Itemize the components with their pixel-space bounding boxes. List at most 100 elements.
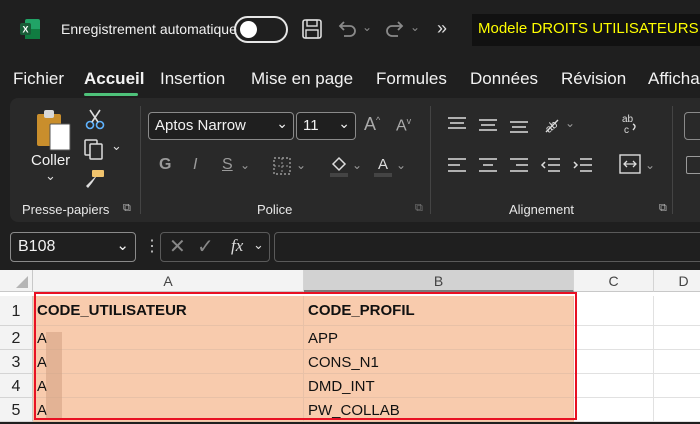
orientation-icon[interactable]: ab (540, 114, 562, 141)
column-header-d[interactable]: D (654, 270, 700, 292)
alignment-launcher-icon[interactable]: ⧉ (659, 202, 667, 215)
increase-indent-icon[interactable] (572, 156, 594, 179)
fill-color-dropdown-icon[interactable]: ⌄ (352, 158, 362, 172)
shrink-font-icon[interactable]: Av (396, 116, 411, 135)
font-group-label: Police (257, 202, 293, 217)
cell-c4[interactable] (574, 374, 654, 398)
chevron-down-icon: ⌄ (116, 237, 129, 254)
paste-dropdown-icon[interactable]: ⌄ (45, 168, 56, 184)
chevron-down-icon: ⌄ (338, 115, 350, 131)
tab-donnees[interactable]: Données (470, 69, 538, 89)
tab-formules[interactable]: Formules (376, 69, 447, 89)
cell-d5[interactable] (654, 398, 700, 422)
format-painter-icon[interactable] (84, 168, 106, 195)
group-divider (140, 106, 141, 214)
cell-c2[interactable] (574, 326, 654, 350)
grow-font-icon[interactable]: A^ (364, 114, 380, 135)
cell-c5[interactable] (574, 398, 654, 422)
font-name-combo[interactable]: Aptos Narrow ⌄ (148, 112, 294, 140)
decrease-indent-icon[interactable] (540, 156, 562, 179)
row-header[interactable]: 4 (0, 374, 33, 398)
formula-input[interactable] (274, 232, 700, 262)
row-header[interactable]: 2 (0, 326, 33, 350)
spreadsheet-grid: A B C D 1 CODE_UTILISATEUR CODE_PROFIL 2… (0, 270, 700, 422)
confirm-icon[interactable]: ✓ (197, 234, 214, 259)
group-divider (672, 106, 673, 214)
cell-c3[interactable] (574, 350, 654, 374)
paste-icon[interactable] (34, 108, 74, 157)
cancel-icon[interactable]: ✕ (169, 234, 186, 259)
clipboard-group-label: Presse-papiers (22, 202, 110, 217)
paste-label[interactable]: Coller (31, 152, 70, 169)
cell-d2[interactable] (654, 326, 700, 350)
cell-d4[interactable] (654, 374, 700, 398)
cell-d1[interactable] (654, 296, 700, 326)
row-header[interactable]: 1 (0, 296, 33, 326)
font-launcher-icon[interactable]: ⧉ (415, 202, 423, 215)
align-right-icon[interactable] (508, 156, 530, 179)
copy-icon[interactable] (83, 138, 105, 165)
borders-icon[interactable] (272, 156, 292, 181)
align-center-icon[interactable] (477, 156, 499, 179)
more-options-icon[interactable]: ⋮ (144, 236, 160, 256)
chevron-down-icon: ⌄ (276, 115, 288, 131)
active-tab-indicator (84, 93, 138, 96)
row-header[interactable]: 3 (0, 350, 33, 374)
undo-dropdown-icon[interactable]: ⌄ (362, 20, 372, 34)
title-bar: X Enregistrement automatique ⌄ ⌄ » Model… (0, 0, 700, 60)
align-left-icon[interactable] (446, 156, 468, 179)
cell-c1[interactable] (574, 296, 654, 326)
autosave-toggle[interactable] (234, 16, 288, 43)
font-color-dropdown-icon[interactable]: ⌄ (396, 158, 406, 172)
font-size-combo[interactable]: 11 ⌄ (296, 112, 356, 140)
borders-dropdown-icon[interactable]: ⌄ (296, 158, 306, 172)
italic-button[interactable]: I (193, 156, 197, 174)
tab-mise-en-page[interactable]: Mise en page (251, 69, 353, 89)
cut-icon[interactable] (85, 108, 105, 135)
column-header-c[interactable]: C (574, 270, 654, 292)
underline-button[interactable]: S (222, 156, 233, 174)
column-header-a[interactable]: A (33, 270, 304, 292)
number-format-combo[interactable] (684, 112, 700, 140)
insert-function-icon[interactable]: fx (231, 236, 243, 256)
currency-icon[interactable] (686, 156, 700, 174)
autosave-label: Enregistrement automatique (61, 21, 237, 37)
excel-icon: X (19, 18, 41, 40)
save-icon[interactable] (301, 18, 323, 45)
align-middle-icon[interactable] (477, 116, 499, 139)
fill-color-icon[interactable] (328, 154, 350, 183)
merge-dropdown-icon[interactable]: ⌄ (645, 158, 655, 172)
redo-icon[interactable] (384, 18, 406, 45)
redo-dropdown-icon[interactable]: ⌄ (410, 20, 420, 34)
wrap-text-icon[interactable]: ab c (619, 112, 643, 141)
undo-icon[interactable] (336, 18, 358, 45)
clipboard-launcher-icon[interactable]: ⧉ (123, 202, 131, 215)
tab-insertion[interactable]: Insertion (160, 69, 225, 89)
tab-affichage[interactable]: Affichage (648, 69, 700, 89)
svg-text:X: X (22, 25, 28, 35)
tab-revision[interactable]: Révision (561, 69, 626, 89)
font-color-icon[interactable]: A (372, 154, 394, 183)
bold-button[interactable]: G (159, 156, 171, 174)
name-box[interactable]: B108 ⌄ (10, 232, 136, 262)
select-all-corner[interactable] (0, 270, 33, 292)
svg-text:c: c (624, 125, 629, 136)
tab-fichier[interactable]: Fichier (13, 69, 64, 89)
merge-center-icon[interactable] (618, 153, 642, 180)
row-header[interactable]: 5 (0, 398, 33, 422)
formula-row: B108 ⌄ ⋮ ✕ ✓ fx ⌄ (0, 222, 700, 270)
align-top-icon[interactable] (446, 116, 468, 139)
orientation-dropdown-icon[interactable]: ⌄ (565, 116, 575, 130)
svg-text:A: A (378, 156, 388, 173)
ribbon: Coller ⌄ ⌄ Presse-papiers ⧉ Aptos Narrow… (10, 98, 700, 222)
copy-dropdown-icon[interactable]: ⌄ (111, 138, 122, 154)
tab-accueil[interactable]: Accueil (84, 69, 144, 89)
column-header-b[interactable]: B (304, 270, 574, 292)
svg-text:ab: ab (622, 114, 634, 125)
alignment-group-label: Alignement (509, 202, 575, 217)
underline-dropdown-icon[interactable]: ⌄ (240, 158, 250, 172)
align-bottom-icon[interactable] (508, 116, 530, 139)
cell-d3[interactable] (654, 350, 700, 374)
more-chevron-icon[interactable]: » (437, 18, 447, 39)
chevron-down-icon[interactable]: ⌄ (253, 237, 264, 253)
